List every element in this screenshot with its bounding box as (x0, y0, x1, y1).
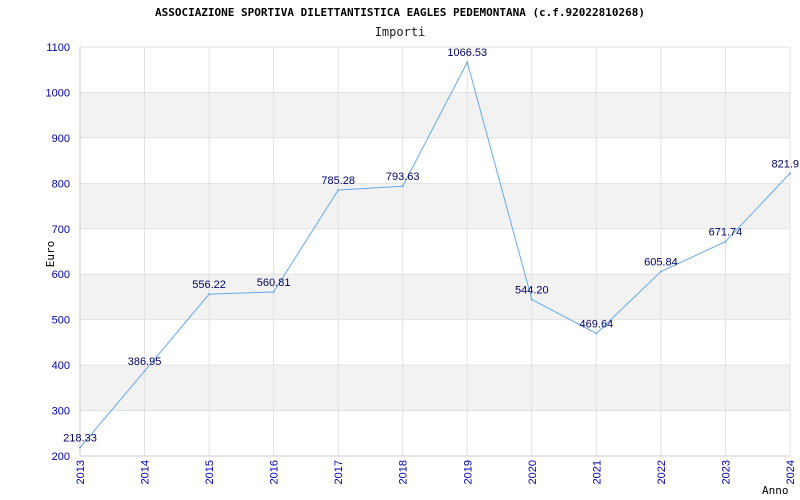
grid-band (80, 365, 790, 411)
x-tick-labels: 2013 2014 2015 2016 2017 2018 2019 2020 2021 2022… (75, 460, 797, 484)
data-label: 560.81 (257, 277, 291, 289)
data-point (208, 293, 211, 296)
y-tick-label: 800 (52, 178, 70, 190)
line-chart: 20030040050060070080090010001100 2013 201… (44, 42, 799, 497)
y-tick-label: 400 (52, 360, 70, 372)
data-label: 821.9 (771, 158, 799, 170)
grid-band (80, 92, 790, 138)
data-point (272, 291, 275, 294)
data-label: 469.64 (580, 318, 614, 330)
x-tick-label: 2019 (462, 460, 474, 484)
x-tick-label: 2023 (720, 460, 732, 484)
data-label: 671.74 (709, 227, 743, 239)
data-point (466, 61, 469, 64)
y-tick-label: 200 (52, 451, 70, 463)
data-label: 556.22 (192, 279, 226, 291)
grid-bands (80, 92, 790, 411)
data-label: 544.20 (515, 285, 549, 297)
data-point (530, 298, 533, 301)
y-axis-label: Euro (44, 241, 57, 268)
y-tick-label: 500 (52, 315, 70, 327)
x-tick-label: 2013 (75, 460, 87, 484)
y-tick-label: 600 (52, 269, 70, 281)
x-tick-label: 2018 (398, 460, 410, 484)
data-point (337, 189, 340, 192)
data-point (401, 185, 404, 188)
data-label: 605.84 (644, 257, 678, 269)
data-point (79, 446, 81, 449)
x-tick-label: 2022 (656, 460, 668, 484)
x-tick-label: 2021 (591, 460, 603, 484)
data-point (724, 240, 727, 243)
y-tick-label: 1000 (46, 87, 70, 99)
grid-band (80, 274, 790, 320)
y-tick-label: 700 (52, 224, 70, 236)
grid-band (80, 183, 790, 229)
data-label: 1066.53 (447, 47, 487, 59)
data-point (595, 332, 598, 335)
data-point (143, 370, 146, 373)
data-label: 218.33 (63, 433, 97, 445)
data-label: 793.63 (386, 171, 420, 183)
y-tick-label: 300 (52, 406, 70, 418)
data-point (789, 172, 791, 175)
data-point (659, 270, 662, 273)
x-tick-label: 2014 (140, 460, 152, 484)
data-label: 785.28 (321, 175, 355, 187)
x-tick-label: 2020 (527, 460, 539, 484)
data-label: 386.95 (128, 356, 162, 368)
x-tick-label: 2015 (204, 460, 216, 484)
y-tick-label: 1100 (46, 42, 70, 54)
x-tick-label: 2016 (269, 460, 281, 484)
y-tick-label: 900 (52, 133, 70, 145)
x-tick-label: 2024 (785, 460, 797, 484)
x-axis-label: Anno (762, 484, 789, 497)
x-tick-label: 2017 (333, 460, 345, 484)
